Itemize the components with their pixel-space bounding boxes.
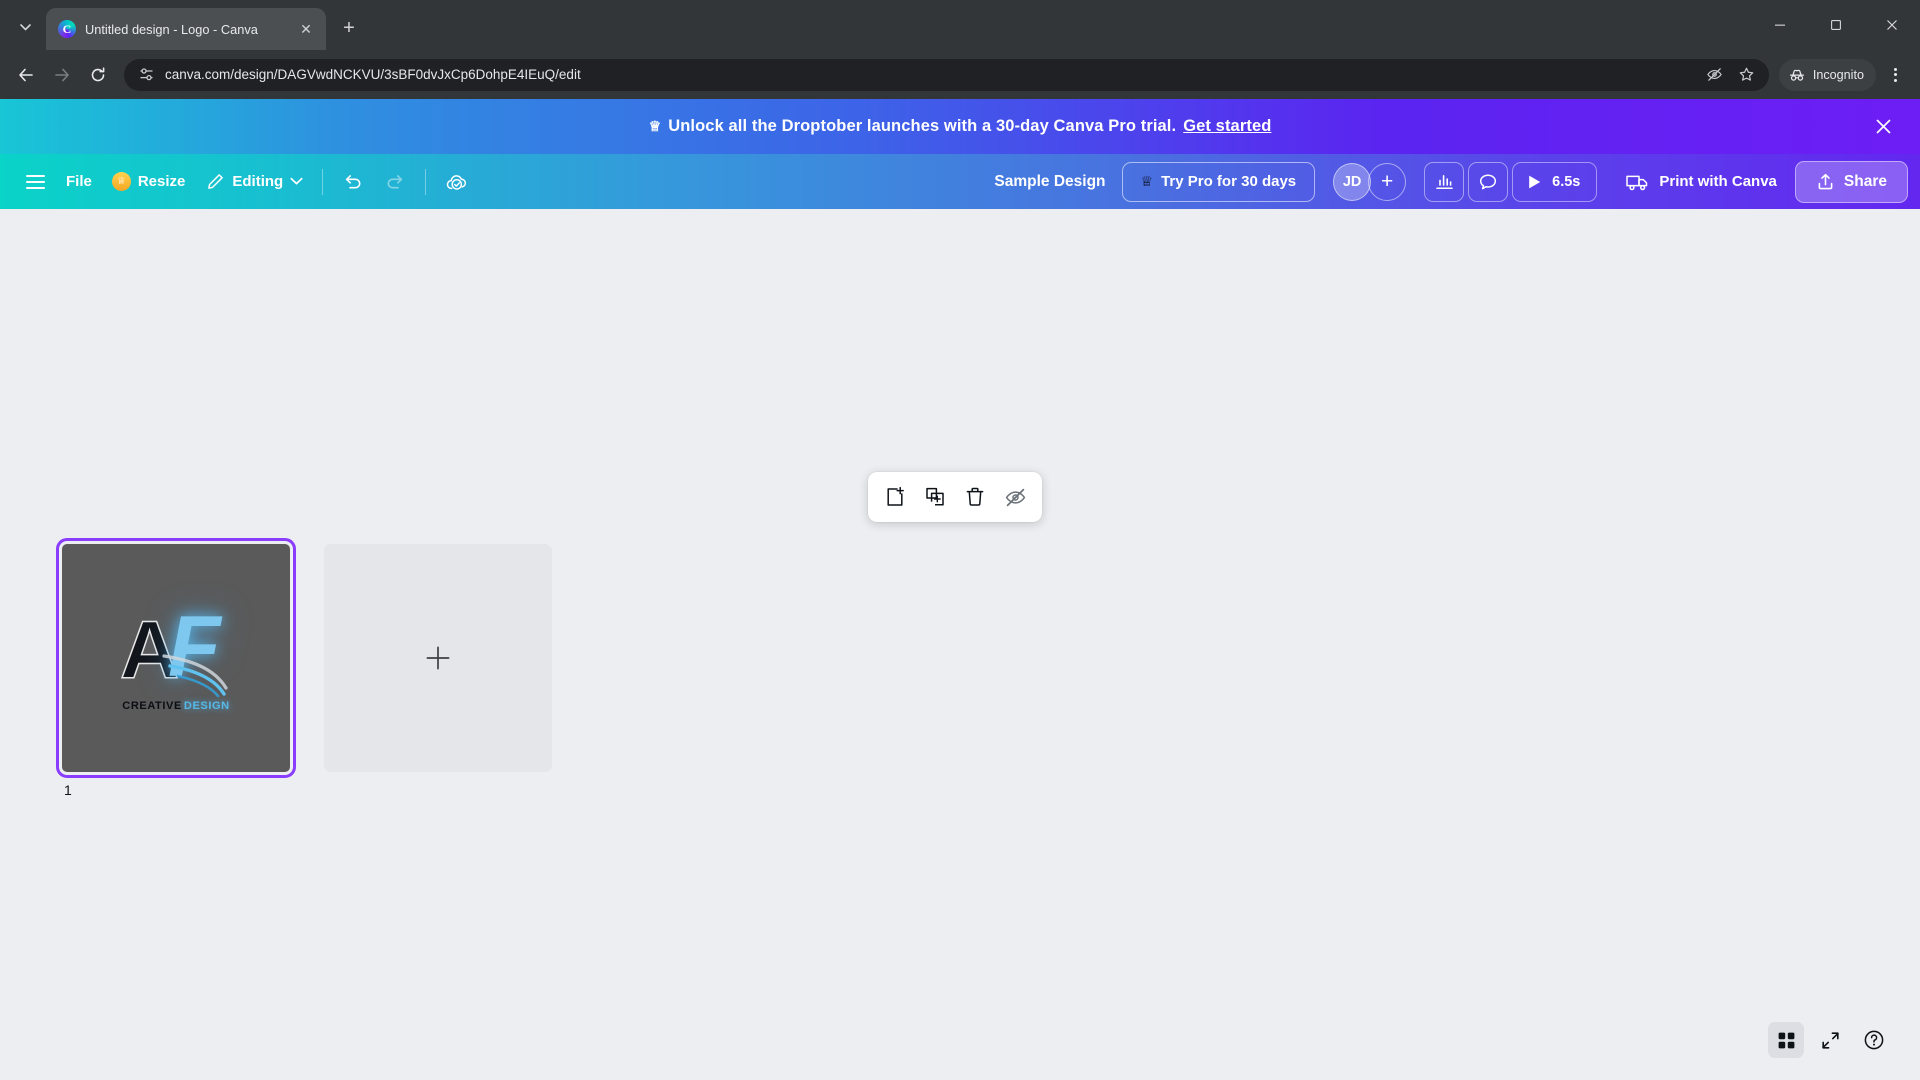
toolbar-divider-2 (425, 168, 427, 195)
add-collaborator-button[interactable]: + (1368, 162, 1407, 201)
canva-app: ♕ Unlock all the Droptober launches with… (0, 99, 1920, 1080)
editing-label: Editing (232, 173, 284, 190)
eye-slash-icon[interactable] (1701, 61, 1729, 89)
minimize-button[interactable] (1752, 0, 1808, 50)
page-actions-toolbar (868, 472, 1042, 522)
chevron-down-icon (290, 177, 303, 186)
share-icon (1816, 172, 1835, 191)
new-tab-button[interactable]: + (332, 11, 366, 45)
add-page-icon[interactable] (876, 478, 914, 516)
grid-view-canvas: A F CREATIVE DESIGN 1 (0, 209, 1920, 1080)
page-slot-1: A F CREATIVE DESIGN 1 (56, 538, 296, 798)
logo-letter-f: F (168, 599, 220, 695)
undo-button[interactable] (334, 163, 372, 201)
browser-toolbar: canva.com/design/DAGVwdNCKVU/3sBF0dvJxCp… (0, 50, 1920, 99)
delete-page-icon[interactable] (956, 478, 994, 516)
avatar[interactable]: JD (1333, 162, 1372, 201)
crown-icon: ♕ (1140, 173, 1154, 189)
tune-icon[interactable] (138, 66, 155, 83)
print-with-canva-button[interactable]: Print with Canva (1611, 162, 1791, 202)
incognito-icon (1788, 66, 1806, 84)
cloud-saved-icon[interactable] (437, 163, 477, 201)
insights-icon[interactable] (1424, 161, 1465, 202)
canva-toolbar: File ♕ Resize Editing Sample Design ♕ Tr… (0, 154, 1920, 209)
tab-title: Untitled design - Logo - Canva (85, 21, 258, 37)
redo-button[interactable] (376, 163, 414, 201)
present-button[interactable]: 6.5s (1512, 161, 1598, 202)
star-icon[interactable] (1733, 61, 1761, 89)
grid-view-icon[interactable] (1768, 1022, 1804, 1058)
logo-mark: A F (116, 599, 236, 698)
browser-window: C Untitled design - Logo - Canva ✕ + can… (0, 0, 1920, 1080)
back-arrow-icon[interactable] (10, 59, 42, 91)
try-pro-label: Try Pro for 30 days (1161, 173, 1297, 190)
fullscreen-icon[interactable] (1812, 1022, 1848, 1058)
promo-message: Unlock all the Droptober launches with a… (668, 117, 1177, 135)
share-button[interactable]: Share (1794, 160, 1908, 203)
design-title[interactable]: Sample Design (982, 173, 1117, 191)
tab-close-icon[interactable]: ✕ (296, 19, 316, 39)
close-icon[interactable] (1868, 112, 1898, 142)
page-thumbnail[interactable]: A F CREATIVE DESIGN (56, 538, 296, 778)
play-icon (1526, 173, 1543, 191)
logo-word-blue: DESIGN (183, 700, 230, 712)
url-text: canva.com/design/DAGVwdNCKVU/3sBF0dvJxCp… (165, 67, 581, 82)
toolbar-divider (322, 168, 324, 195)
help-icon[interactable] (1856, 1022, 1892, 1058)
canva-favicon: C (58, 20, 76, 38)
duplicate-page-icon[interactable] (916, 478, 954, 516)
incognito-label: Incognito (1812, 67, 1864, 82)
crown-icon: ♕ (111, 172, 131, 191)
hide-page-icon[interactable] (996, 478, 1034, 516)
promo-text: ♕ Unlock all the Droptober launches with… (649, 117, 1272, 136)
pencil-icon (205, 172, 225, 192)
get-started-link[interactable]: Get started (1183, 117, 1271, 136)
hamburger-menu-icon[interactable] (16, 163, 54, 201)
promo-banner: ♕ Unlock all the Droptober launches with… (0, 99, 1920, 154)
crown-icon: ♕ (648, 118, 662, 134)
logo-word-dark: CREATIVE (122, 700, 182, 712)
file-menu-button[interactable]: File (58, 163, 100, 201)
editing-mode-button[interactable]: Editing (197, 163, 311, 201)
forward-arrow-icon[interactable] (46, 59, 78, 91)
maximize-button[interactable] (1808, 0, 1864, 50)
pages-container: A F CREATIVE DESIGN 1 (56, 538, 552, 798)
logo-letter-a: A (119, 605, 180, 696)
bottom-right-controls (1768, 1022, 1892, 1058)
add-page-placeholder[interactable] (324, 544, 552, 772)
truck-icon (1625, 171, 1650, 193)
logo-artwork: A F CREATIVE DESIGN (62, 544, 290, 772)
page-slot-add (324, 544, 552, 798)
file-label: File (66, 173, 92, 190)
browser-tab[interactable]: C Untitled design - Logo - Canva ✕ (46, 8, 326, 50)
logo-wordmark: CREATIVE DESIGN (122, 700, 229, 712)
page-number: 1 (64, 782, 72, 798)
incognito-indicator[interactable]: Incognito (1778, 58, 1876, 91)
chrome-menu-icon[interactable] (1880, 60, 1910, 90)
close-window-button[interactable] (1864, 0, 1920, 50)
try-pro-button[interactable]: ♕ Try Pro for 30 days (1121, 161, 1316, 202)
resize-button[interactable]: ♕ Resize (104, 163, 194, 201)
tab-search-button[interactable] (8, 10, 42, 44)
duration-label: 6.5s (1552, 173, 1581, 190)
address-bar[interactable]: canva.com/design/DAGVwdNCKVU/3sBF0dvJxCp… (124, 58, 1769, 91)
comment-icon[interactable] (1468, 161, 1509, 202)
share-label: Share (1843, 172, 1887, 190)
tab-strip: C Untitled design - Logo - Canva ✕ + (0, 0, 1920, 50)
reload-icon[interactable] (82, 59, 114, 91)
resize-label: Resize (137, 173, 186, 190)
plus-icon (426, 646, 450, 670)
print-label: Print with Canva (1659, 173, 1777, 190)
omnibox-actions (1701, 61, 1761, 89)
window-controls (1752, 0, 1920, 50)
